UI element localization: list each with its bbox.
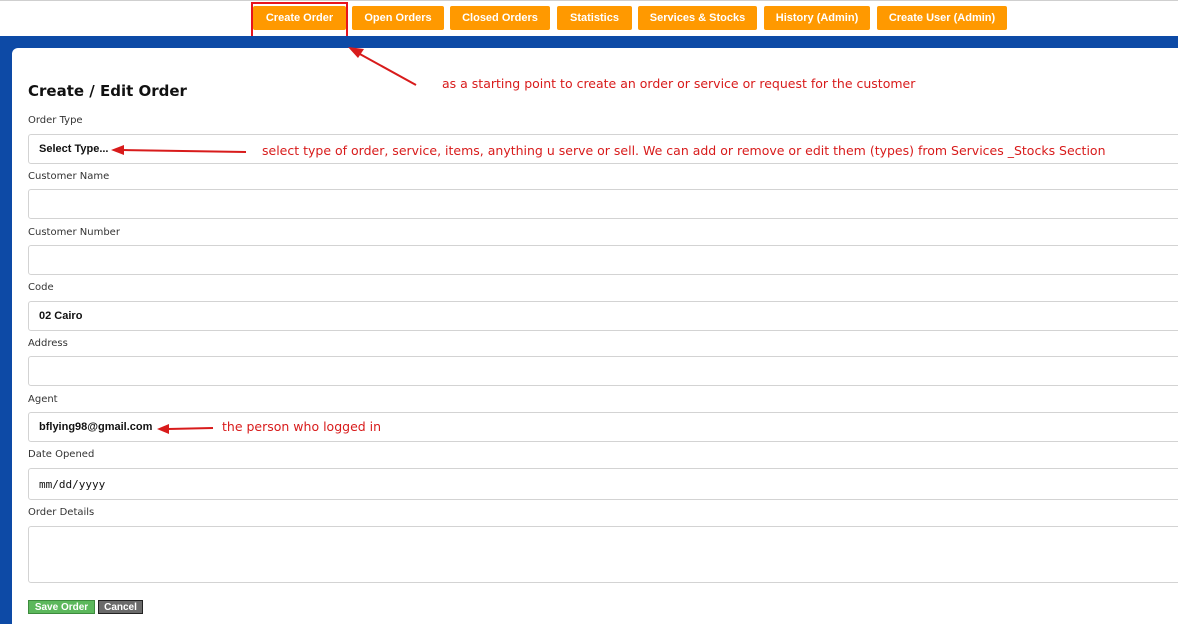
customer-number-label: Customer Number	[28, 227, 120, 238]
nav-closed-orders-button[interactable]: Closed Orders	[450, 6, 550, 30]
agent-field[interactable]: bflying98@gmail.com	[28, 412, 1178, 442]
code-select[interactable]: 02 Cairo	[28, 301, 1178, 331]
nav-history-admin-button[interactable]: History (Admin)	[764, 6, 870, 30]
annotation-order-type: select type of order, service, items, an…	[262, 143, 1106, 158]
top-navigation: Create Order Open Orders Closed Orders S…	[0, 0, 1178, 36]
order-type-label: Order Type	[28, 115, 83, 126]
order-details-label: Order Details	[28, 507, 95, 518]
customer-number-input[interactable]	[28, 245, 1178, 275]
nav-create-user-admin-button[interactable]: Create User (Admin)	[877, 6, 1007, 30]
nav-open-orders-button[interactable]: Open Orders	[352, 6, 444, 30]
annotation-create-order: as a starting point to create an order o…	[442, 76, 916, 91]
order-details-textarea[interactable]	[28, 526, 1178, 583]
date-opened-input[interactable]: mm/dd/yyyy	[28, 468, 1178, 500]
save-order-button[interactable]: Save Order	[28, 600, 95, 614]
nav-statistics-button[interactable]: Statistics	[557, 6, 632, 30]
date-opened-label: Date Opened	[28, 449, 95, 460]
nav-services-stocks-button[interactable]: Services & Stocks	[638, 6, 757, 30]
code-label: Code	[28, 282, 54, 293]
address-input[interactable]	[28, 356, 1178, 386]
form-title: Create / Edit Order	[28, 82, 187, 100]
customer-name-input[interactable]	[28, 189, 1178, 219]
annotation-agent: the person who logged in	[222, 419, 382, 434]
address-label: Address	[28, 338, 68, 349]
cancel-button[interactable]: Cancel	[98, 600, 143, 614]
customer-name-label: Customer Name	[28, 171, 110, 182]
agent-label: Agent	[28, 394, 58, 405]
